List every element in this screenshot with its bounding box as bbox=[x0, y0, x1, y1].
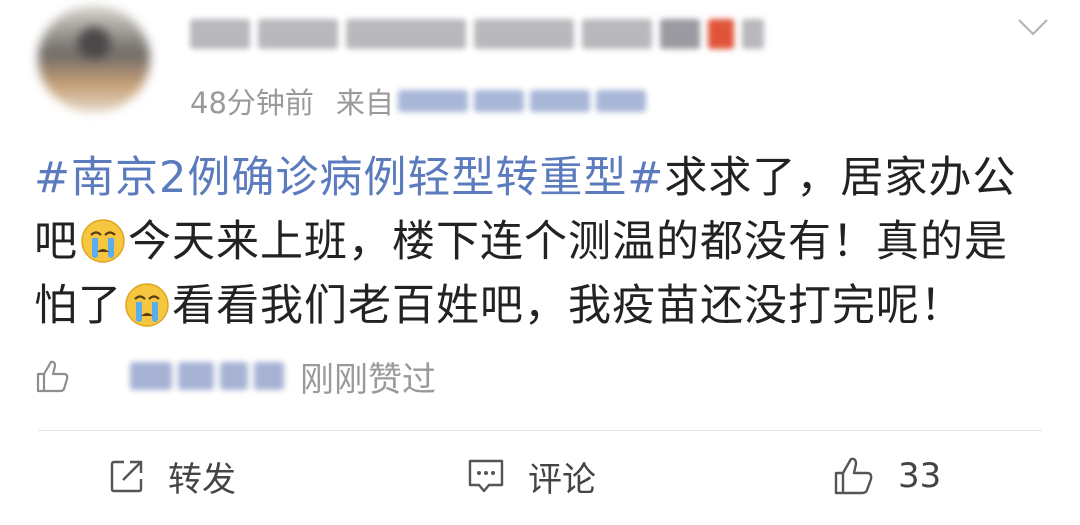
post-meta: 48分钟前 来自 bbox=[190, 76, 646, 126]
crying-face-emoji-icon bbox=[81, 219, 125, 263]
comment-label: 评论 bbox=[528, 459, 596, 500]
liked-status-text: 刚刚赞过 bbox=[300, 359, 436, 400]
weibo-post-card: 48分钟前 来自 #南京2例确诊病例轻型转重型#求求了，居家办公吧 今天来上班，… bbox=[0, 0, 1080, 525]
thumbs-up-icon bbox=[36, 360, 69, 393]
divider bbox=[38, 430, 1042, 431]
liker-names-blurred[interactable] bbox=[130, 362, 284, 390]
comment-icon bbox=[468, 459, 504, 493]
source-label: 来自 bbox=[335, 86, 394, 120]
post-text-part3: 看看我们老百姓吧，我疫苗还没打完呢！ bbox=[172, 281, 964, 331]
liked-by-row: 刚刚赞过 bbox=[34, 348, 436, 404]
chevron-down-icon[interactable] bbox=[1016, 14, 1050, 40]
timestamp: 48分钟前 bbox=[190, 86, 314, 120]
avatar[interactable] bbox=[38, 6, 150, 112]
repost-label: 转发 bbox=[168, 459, 236, 500]
thumbs-up-icon bbox=[834, 457, 873, 495]
crying-face-emoji-icon bbox=[125, 283, 169, 327]
post-body: #南京2例确诊病例轻型转重型#求求了，居家办公吧 今天来上班，楼下连个测温的都没… bbox=[34, 146, 1044, 338]
repost-button[interactable]: 转发 bbox=[108, 446, 236, 506]
repost-icon bbox=[110, 460, 143, 493]
hashtag-link[interactable]: #南京2例确诊病例轻型转重型# bbox=[34, 153, 664, 203]
like-button[interactable]: 33 bbox=[832, 446, 941, 506]
like-count: 33 bbox=[898, 456, 942, 496]
comment-button[interactable]: 评论 bbox=[466, 446, 596, 506]
source-device-blurred[interactable] bbox=[397, 90, 646, 112]
username-blurred[interactable] bbox=[190, 14, 880, 54]
